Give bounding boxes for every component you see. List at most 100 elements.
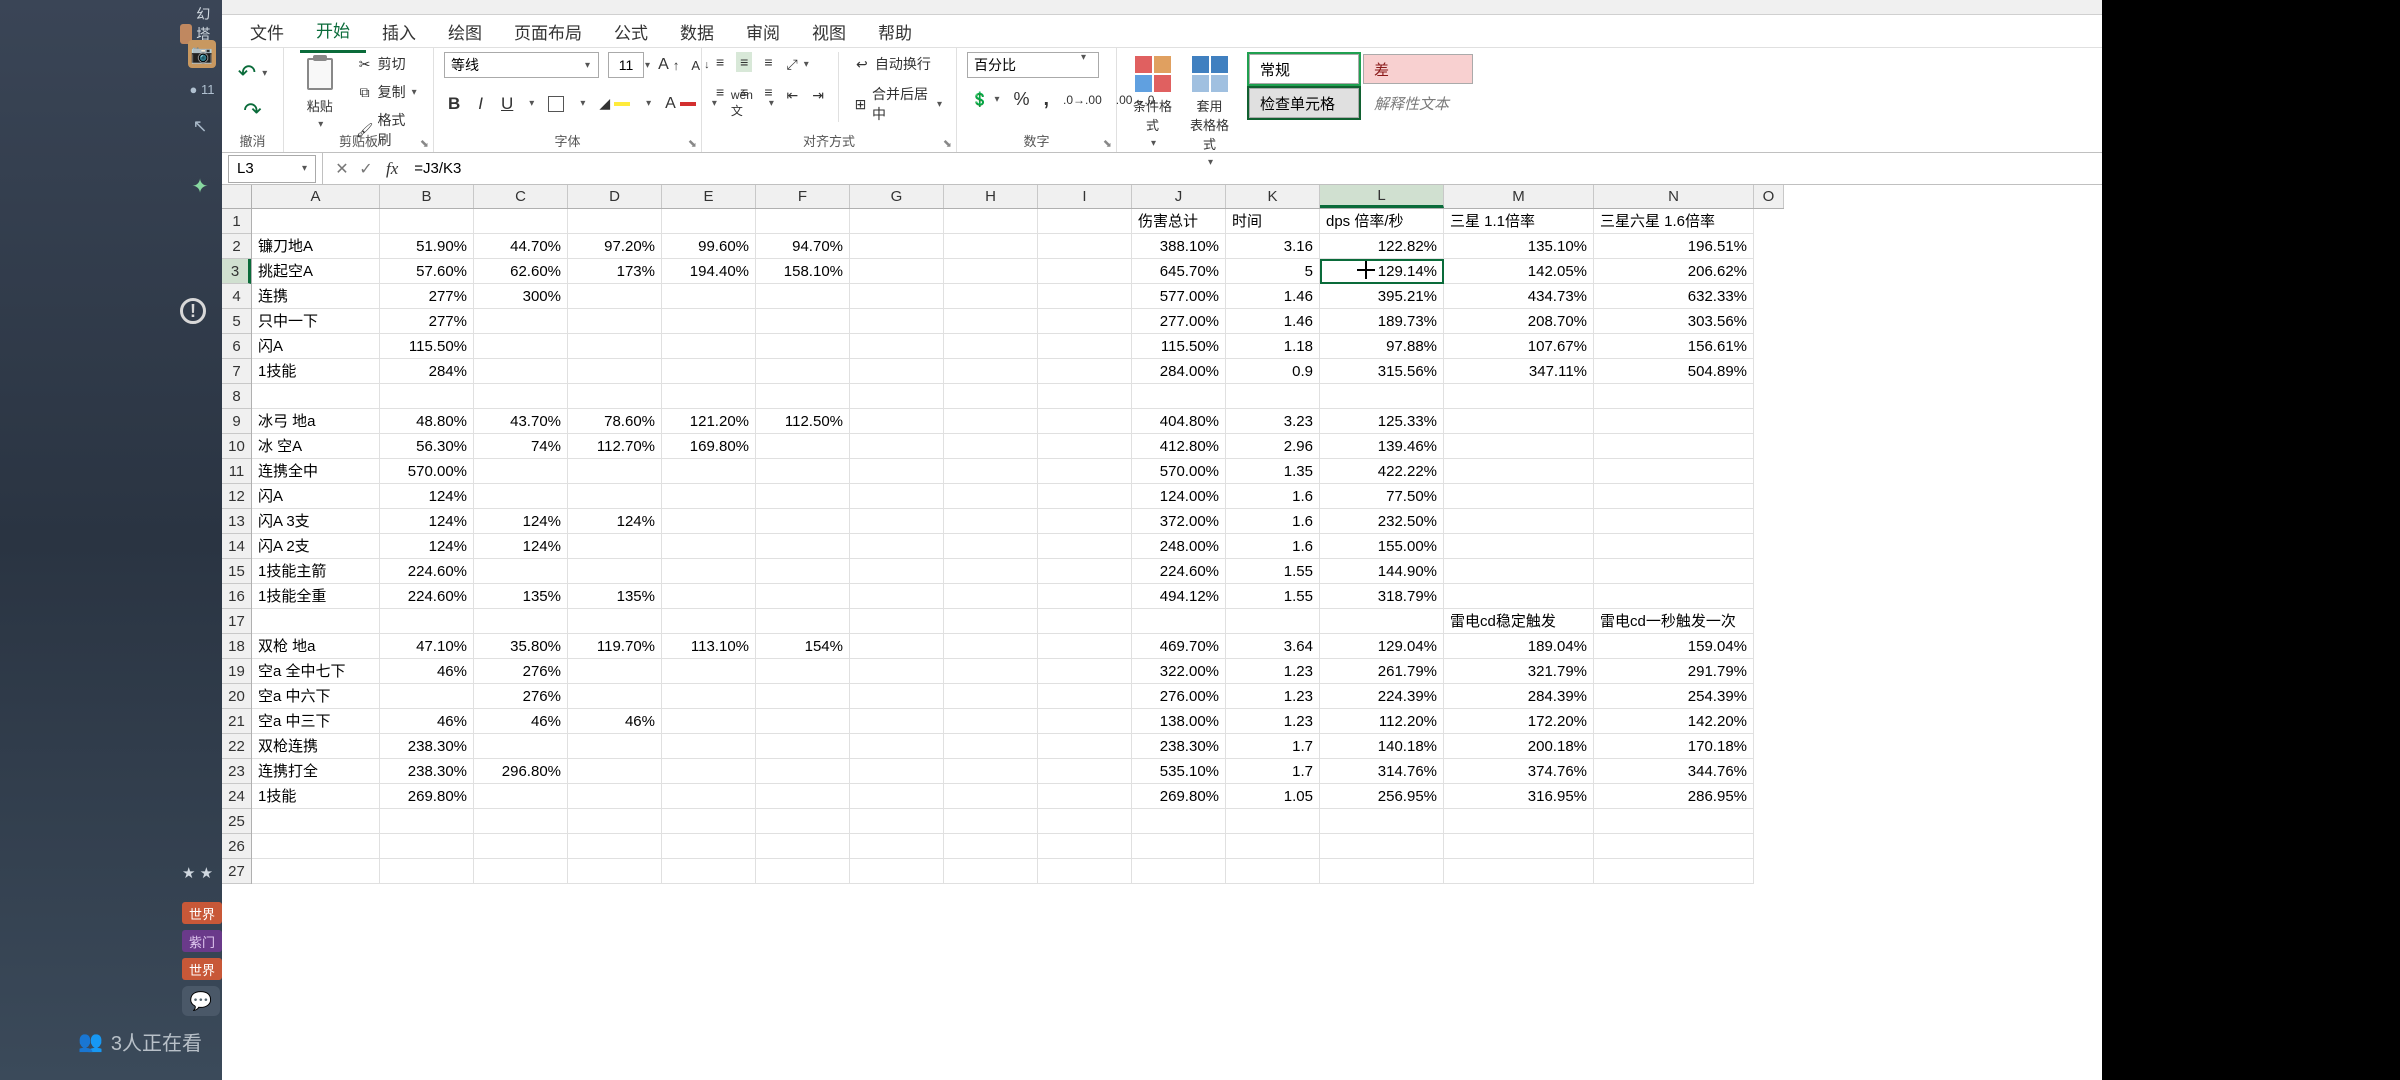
cell-A2[interactable]: 镰刀地A bbox=[252, 234, 380, 259]
cell-N27[interactable] bbox=[1594, 859, 1754, 884]
cell-B7[interactable]: 284% bbox=[380, 359, 474, 384]
cell-M13[interactable] bbox=[1444, 509, 1594, 534]
cell-J6[interactable]: 115.50% bbox=[1132, 334, 1226, 359]
cell-A25[interactable] bbox=[252, 809, 380, 834]
cell-E4[interactable] bbox=[662, 284, 756, 309]
cell-I4[interactable] bbox=[1038, 284, 1132, 309]
cell-C13[interactable]: 124% bbox=[474, 509, 568, 534]
sheet-area[interactable]: ABCDEFGHIJKLMNO 123456789101112131415161… bbox=[222, 185, 2102, 1080]
cell-H23[interactable] bbox=[944, 759, 1038, 784]
merge-center-button[interactable]: ⊞合并后居中▾ bbox=[849, 82, 946, 126]
cell-D12[interactable] bbox=[568, 484, 662, 509]
row-header-7[interactable]: 7 bbox=[222, 359, 251, 384]
cell-J18[interactable]: 469.70% bbox=[1132, 634, 1226, 659]
cell-L4[interactable]: 395.21% bbox=[1320, 284, 1444, 309]
confirm-formula-button[interactable]: ✓ bbox=[354, 157, 378, 181]
cell-F1[interactable] bbox=[756, 209, 850, 234]
cell-B15[interactable]: 224.60% bbox=[380, 559, 474, 584]
bold-button[interactable]: B bbox=[444, 92, 464, 116]
paste-button[interactable]: 粘贴▾ bbox=[294, 52, 346, 132]
col-header-L[interactable]: L bbox=[1320, 185, 1444, 208]
cell-F4[interactable] bbox=[756, 284, 850, 309]
cell-G5[interactable] bbox=[850, 309, 944, 334]
cell-I27[interactable] bbox=[1038, 859, 1132, 884]
warning-icon[interactable]: ! bbox=[180, 298, 206, 324]
cell-L19[interactable]: 261.79% bbox=[1320, 659, 1444, 684]
cell-H10[interactable] bbox=[944, 434, 1038, 459]
cell-K20[interactable]: 1.23 bbox=[1226, 684, 1320, 709]
cell-L16[interactable]: 318.79% bbox=[1320, 584, 1444, 609]
cell-L7[interactable]: 315.56% bbox=[1320, 359, 1444, 384]
tab-view[interactable]: 视图 bbox=[796, 11, 862, 52]
cell-D23[interactable] bbox=[568, 759, 662, 784]
cell-J25[interactable] bbox=[1132, 809, 1226, 834]
cell-M11[interactable] bbox=[1444, 459, 1594, 484]
cell-M4[interactable]: 434.73% bbox=[1444, 284, 1594, 309]
cell-D25[interactable] bbox=[568, 809, 662, 834]
cell-B13[interactable]: 124% bbox=[380, 509, 474, 534]
cell-I2[interactable] bbox=[1038, 234, 1132, 259]
cell-B23[interactable]: 238.30% bbox=[380, 759, 474, 784]
cell-M5[interactable]: 208.70% bbox=[1444, 309, 1594, 334]
cell-F20[interactable] bbox=[756, 684, 850, 709]
row-header-27[interactable]: 27 bbox=[222, 859, 251, 884]
cell-B20[interactable] bbox=[380, 684, 474, 709]
cell-G21[interactable] bbox=[850, 709, 944, 734]
cell-F26[interactable] bbox=[756, 834, 850, 859]
row-header-23[interactable]: 23 bbox=[222, 759, 251, 784]
cell-D11[interactable] bbox=[568, 459, 662, 484]
cell-G16[interactable] bbox=[850, 584, 944, 609]
font-size-input[interactable] bbox=[608, 52, 644, 78]
cell-E17[interactable] bbox=[662, 609, 756, 634]
cell-B8[interactable] bbox=[380, 384, 474, 409]
cell-C2[interactable]: 44.70% bbox=[474, 234, 568, 259]
cell-H25[interactable] bbox=[944, 809, 1038, 834]
fill-color-button[interactable]: ◢ bbox=[595, 93, 634, 114]
cell-J2[interactable]: 388.10% bbox=[1132, 234, 1226, 259]
cell-A27[interactable] bbox=[252, 859, 380, 884]
cell-L22[interactable]: 140.18% bbox=[1320, 734, 1444, 759]
cell-D20[interactable] bbox=[568, 684, 662, 709]
cell-N16[interactable] bbox=[1594, 584, 1754, 609]
cell-L2[interactable]: 122.82% bbox=[1320, 234, 1444, 259]
cell-E15[interactable] bbox=[662, 559, 756, 584]
cell-J20[interactable]: 276.00% bbox=[1132, 684, 1226, 709]
cell-I25[interactable] bbox=[1038, 809, 1132, 834]
cell-J14[interactable]: 248.00% bbox=[1132, 534, 1226, 559]
cell-M1[interactable]: 三星 1.1倍率 bbox=[1444, 209, 1594, 234]
cell-E16[interactable] bbox=[662, 584, 756, 609]
clipboard-dialog-launcher[interactable]: ⬊ bbox=[420, 137, 429, 150]
cell-G22[interactable] bbox=[850, 734, 944, 759]
cell-B27[interactable] bbox=[380, 859, 474, 884]
cell-C3[interactable]: 62.60% bbox=[474, 259, 568, 284]
cell-H15[interactable] bbox=[944, 559, 1038, 584]
cell-I24[interactable] bbox=[1038, 784, 1132, 809]
cell-E22[interactable] bbox=[662, 734, 756, 759]
cell-N7[interactable]: 504.89% bbox=[1594, 359, 1754, 384]
cell-H17[interactable] bbox=[944, 609, 1038, 634]
cell-style-bad[interactable]: 差 bbox=[1363, 54, 1473, 84]
cell-C24[interactable] bbox=[474, 784, 568, 809]
cell-E21[interactable] bbox=[662, 709, 756, 734]
cell-C22[interactable] bbox=[474, 734, 568, 759]
tab-data[interactable]: 数据 bbox=[664, 11, 730, 52]
cell-H19[interactable] bbox=[944, 659, 1038, 684]
cell-K1[interactable]: 时间 bbox=[1226, 209, 1320, 234]
cell-A22[interactable]: 双枪连携 bbox=[252, 734, 380, 759]
cell-J13[interactable]: 372.00% bbox=[1132, 509, 1226, 534]
cell-N6[interactable]: 156.61% bbox=[1594, 334, 1754, 359]
cell-N19[interactable]: 291.79% bbox=[1594, 659, 1754, 684]
cell-D4[interactable] bbox=[568, 284, 662, 309]
cell-G19[interactable] bbox=[850, 659, 944, 684]
cell-N4[interactable]: 632.33% bbox=[1594, 284, 1754, 309]
cell-C23[interactable]: 296.80% bbox=[474, 759, 568, 784]
cell-H24[interactable] bbox=[944, 784, 1038, 809]
cell-F27[interactable] bbox=[756, 859, 850, 884]
cell-B18[interactable]: 47.10% bbox=[380, 634, 474, 659]
cancel-formula-button[interactable]: ✕ bbox=[330, 157, 354, 181]
cell-H27[interactable] bbox=[944, 859, 1038, 884]
cell-F13[interactable] bbox=[756, 509, 850, 534]
cell-B24[interactable]: 269.80% bbox=[380, 784, 474, 809]
cell-L11[interactable]: 422.22% bbox=[1320, 459, 1444, 484]
row-header-9[interactable]: 9 bbox=[222, 409, 251, 434]
